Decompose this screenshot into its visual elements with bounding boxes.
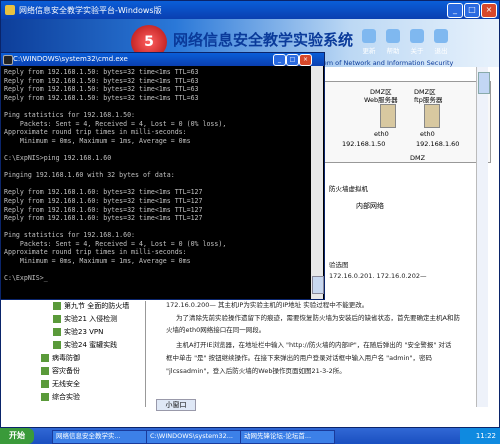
firewall-vm-label: 防火墙虚拟机 [329,185,368,193]
inner-network-label: 内部网络 [356,202,384,210]
clock: 11:22 [475,432,496,440]
banner-title: 网络信息安全教学实验系统 [173,31,354,49]
app-icon [5,5,15,15]
eth0-label-2: eth0 [420,130,435,138]
web-server-label: Web服务器 [364,96,398,104]
cmd-maximize-button[interactable]: □ [286,54,299,66]
tree-item[interactable]: 病毒防御 [41,353,80,363]
web-server-icon [380,104,396,128]
ip-label-50: 192.168.1.50 [342,140,386,148]
content-line: "jlcssadmin"，登入后防火墙的Web操作页面如图21-3-2所。 [166,367,346,375]
dmz-label: DMZ [410,154,426,162]
nav-about[interactable]: 关于 [407,29,427,55]
help-icon [386,29,400,43]
cmd-minimize-button[interactable]: _ [273,54,286,66]
folder-icon [53,341,61,349]
minimize-button[interactable]: _ [447,3,463,18]
nav-update[interactable]: 更新 [359,29,379,55]
nav-help[interactable]: 帮助 [383,29,403,55]
folder-icon [41,393,49,401]
scroll-thumb[interactable] [478,72,490,94]
content-line: 框中单击 "是" 按钮继续操作。在接下来弹出的用户登录对话框中输入用户名 "ad… [166,354,433,362]
system-tray: 11:22 [460,428,500,444]
folder-icon [41,380,49,388]
cmd-titlebar[interactable]: C:\WINDOWS\system32\cmd.exe _ □ × [1,53,324,66]
folder-icon [41,354,49,362]
app-title: 网络信息安全教学实验平台-Windows版 [19,6,162,15]
ftp-server-label: ftp服务器 [414,96,443,104]
content-scrollbar[interactable] [476,67,490,407]
start-button[interactable]: 开始 [0,428,34,444]
folder-icon [53,302,61,310]
tree-item[interactable]: 实验24 蜜罐实践 [53,340,117,350]
info-icon [410,29,424,43]
maximize-button[interactable]: □ [464,3,480,18]
nav-exit[interactable]: 退出 [431,29,451,55]
content-line: 172.16.0.200— 其主机IP为实验主机的IP地址 实验过程中不能更改。 [166,301,369,309]
cmd-close-button[interactable]: × [299,54,312,66]
ip-label-60: 192.168.1.60 [416,140,460,148]
tree-item[interactable]: 容灾备份 [41,366,80,376]
content-line: 验选图 [329,261,349,269]
app-titlebar[interactable]: 网络信息安全教学实验平台-Windows版 _ □ × [1,1,499,19]
cmd-scrollbar[interactable] [311,66,324,299]
tree-item[interactable]: 实验23 VPN [53,327,103,337]
task-app[interactable]: 网络信息安全教学实... [52,430,147,444]
taskbar: 开始 网络信息安全教学实... C:\WINDOWS\system32... 动… [0,428,500,444]
network-diagram: DMZ区 DMZ区 Web服务器 ftp服务器 eth0 eth0 192.16… [321,81,491,163]
content-line: 为了清除先前实验操作遗留下的痕迹，需要恢复防火墙为安装后的缺省状态，首先要确定主… [176,314,460,322]
refresh-icon [362,29,376,43]
cmd-icon [3,55,13,65]
content-line: 火墙的eth0网络接口在同一网段。 [166,326,266,334]
ftp-server-icon [424,104,440,128]
cmd-title: C:\WINDOWS\system32\cmd.exe [13,55,128,63]
cmd-output[interactable]: Reply from 192.168.1.50: bytes=32 time<1… [4,68,309,298]
tree-item[interactable]: 实验21 入侵检测 [53,314,117,324]
folder-icon [53,328,61,336]
small-window-tab[interactable]: 小窗口 [156,399,196,411]
task-forum[interactable]: 动网先锋论坛-论坛首... [240,430,335,444]
cmd-scroll-thumb[interactable] [312,276,324,294]
folder-icon [53,315,61,323]
close-button[interactable]: × [481,3,497,18]
task-cmd[interactable]: C:\WINDOWS\system32... [146,430,241,444]
content-line: 172.16.0.201. 172.16.0.202— [329,272,427,280]
folder-icon [41,367,49,375]
tree-item[interactable]: 第九节 全面的防火墙 [53,301,129,311]
tree-item[interactable]: 综合实验 [41,392,80,402]
content-line: 主机A打开IE浏览器，在地址栏中输入 "http://防火墙的内部IP"，在随后… [176,341,452,349]
course-tree: 第九节 全面的防火墙 实验21 入侵检测 实验23 VPN 实验24 蜜罐实践 … [1,301,146,407]
cmd-window[interactable]: C:\WINDOWS\system32\cmd.exe _ □ × Reply … [0,52,325,300]
eth0-label-1: eth0 [374,130,389,138]
exit-icon [434,29,448,43]
tree-item[interactable]: 无线安全 [41,379,80,389]
